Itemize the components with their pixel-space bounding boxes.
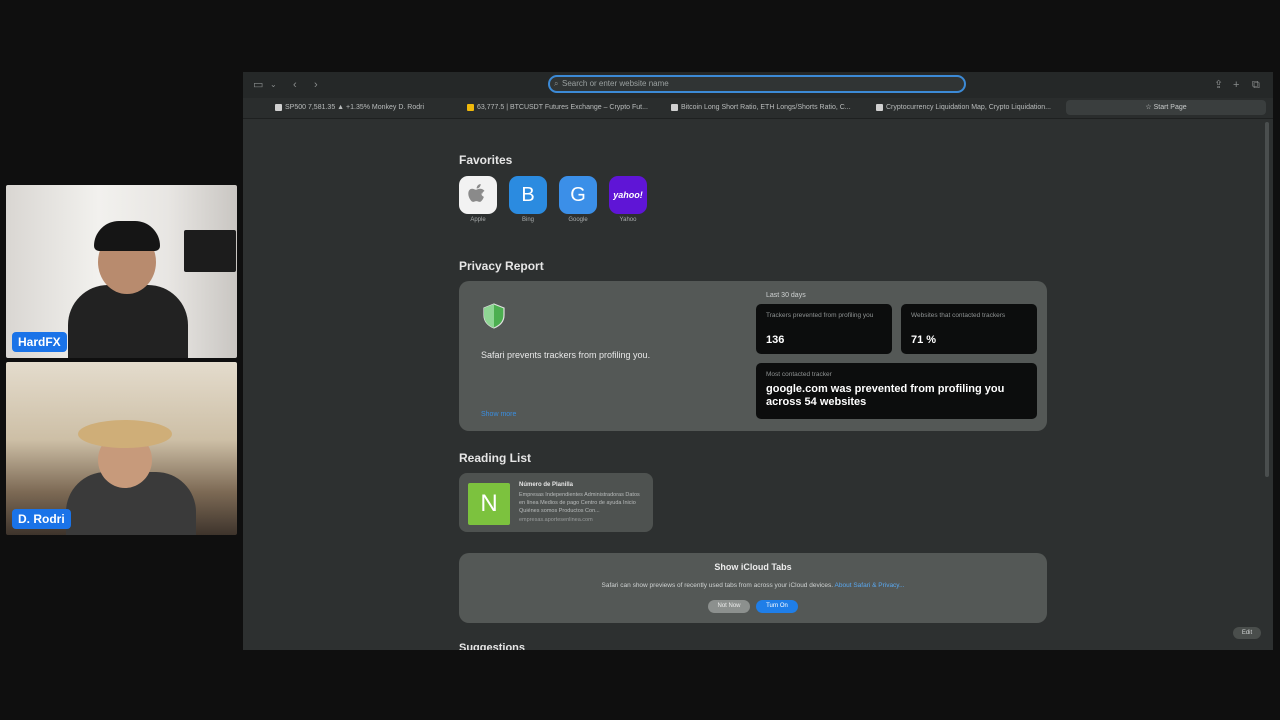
suggestions-heading: Suggestions [459,642,526,650]
favorite-label: Apple [470,217,486,223]
favorites-heading: Favorites [459,153,513,167]
back-icon[interactable]: ‹ [293,78,297,92]
favorite-label: Bing [521,217,534,223]
favorite-label: Google [568,217,588,223]
most-text: google.com was prevented from profiling … [766,383,1005,408]
reading-item-url: empresas.aportesenlinea.com [519,517,593,523]
sidebar-icon[interactable]: ▭ [253,78,263,92]
favorites-bar-item[interactable]: 63,777.5 | BTCUSDT Futures Exchange – Cr… [467,101,648,114]
share-icon[interactable]: ⇪ [1214,78,1223,92]
icloud-tabs-card: Show iCloud Tabs Safari can show preview… [459,553,1047,623]
participant-name: HardFX [12,332,67,352]
participant-name: D. Rodri [12,509,71,529]
new-tab-icon[interactable]: + [1233,78,1239,92]
trackers-caption: Trackers prevented from profiling you [766,312,874,319]
hat [78,420,172,448]
person-body [68,285,188,358]
scrollbar[interactable] [1265,122,1269,477]
most-contacted-tracker: Most contacted tracker google.com was pr… [756,363,1037,419]
websites-value: 71 % [911,334,937,346]
search-icon: ⌕ [554,79,559,88]
address-placeholder: Search or enter website name [562,79,669,88]
show-more-link[interactable]: Show more [481,411,516,418]
reading-list-item[interactable]: N Número de Planilla Empresas Independie… [459,473,653,532]
tab-overview-icon[interactable]: ⧉ [1252,78,1260,92]
chevron-down-icon[interactable]: ⌄ [270,78,277,92]
reading-item-description: Empresas Independientes Administradoras … [519,492,640,514]
bing-favorite[interactable]: B [509,176,547,214]
video-tile-hardfx[interactable]: HardFX [6,185,237,358]
favorites-bar: SP500 7,581.35 ▲ +1.35% Monkey D. Rodri … [243,98,1273,119]
privacy-report-heading: Privacy Report [459,259,544,273]
toolbar: ▭ ⌄ ‹ › ⌕ Search or enter website name ⇪… [243,72,1273,98]
icloud-title: Show iCloud Tabs [714,562,792,572]
shield-icon [483,303,505,329]
icloud-description: Safari can show previews of recently use… [601,582,905,589]
favorite-label: Yahoo [619,217,637,223]
favorites-bar-item[interactable]: Bitcoin Long Short Ratio, ETH Longs/Shor… [671,101,851,114]
trackers-value: 136 [766,334,785,346]
address-bar[interactable]: ⌕ Search or enter website name [548,75,966,93]
forward-icon[interactable]: › [314,78,318,92]
cap [94,221,160,251]
favorites-bar-item[interactable]: Cryptocurrency Liquidation Map, Crypto L… [876,101,1051,114]
turn-on-button[interactable]: Turn On [756,600,798,613]
video-tile-drodri[interactable]: D. Rodri [6,362,237,535]
yahoo-favorite[interactable]: yahoo! [609,176,647,214]
google-favorite[interactable]: G [559,176,597,214]
websites-stat: Websites that contacted trackers 71 % [901,304,1037,354]
favorites-bar-item[interactable]: SP500 7,581.35 ▲ +1.35% Monkey D. Rodri [275,101,424,114]
edit-button[interactable]: Edit [1233,627,1261,639]
reading-item-icon: N [468,483,510,525]
apple-favorite[interactable] [459,176,497,214]
not-now-button[interactable]: Not Now [708,600,750,613]
period-label: Last 30 days [766,292,806,299]
trackers-stat: Trackers prevented from profiling you 13… [756,304,892,354]
about-privacy-link[interactable]: About Safari & Privacy... [835,582,905,589]
start-page-tab[interactable]: ☆ Start Page [1066,100,1266,115]
background-monitor [184,230,236,272]
websites-caption: Websites that contacted trackers [911,312,1006,319]
most-caption: Most contacted tracker [766,371,832,378]
reading-item-title: Número de Planilla [519,482,574,488]
privacy-message: Safari prevents trackers from profiling … [481,350,651,360]
safari-window: ▭ ⌄ ‹ › ⌕ Search or enter website name ⇪… [243,72,1273,650]
apple-logo-icon [468,184,485,202]
privacy-report-card[interactable]: Safari prevents trackers from profiling … [459,281,1047,431]
reading-list-heading: Reading List [459,451,532,465]
